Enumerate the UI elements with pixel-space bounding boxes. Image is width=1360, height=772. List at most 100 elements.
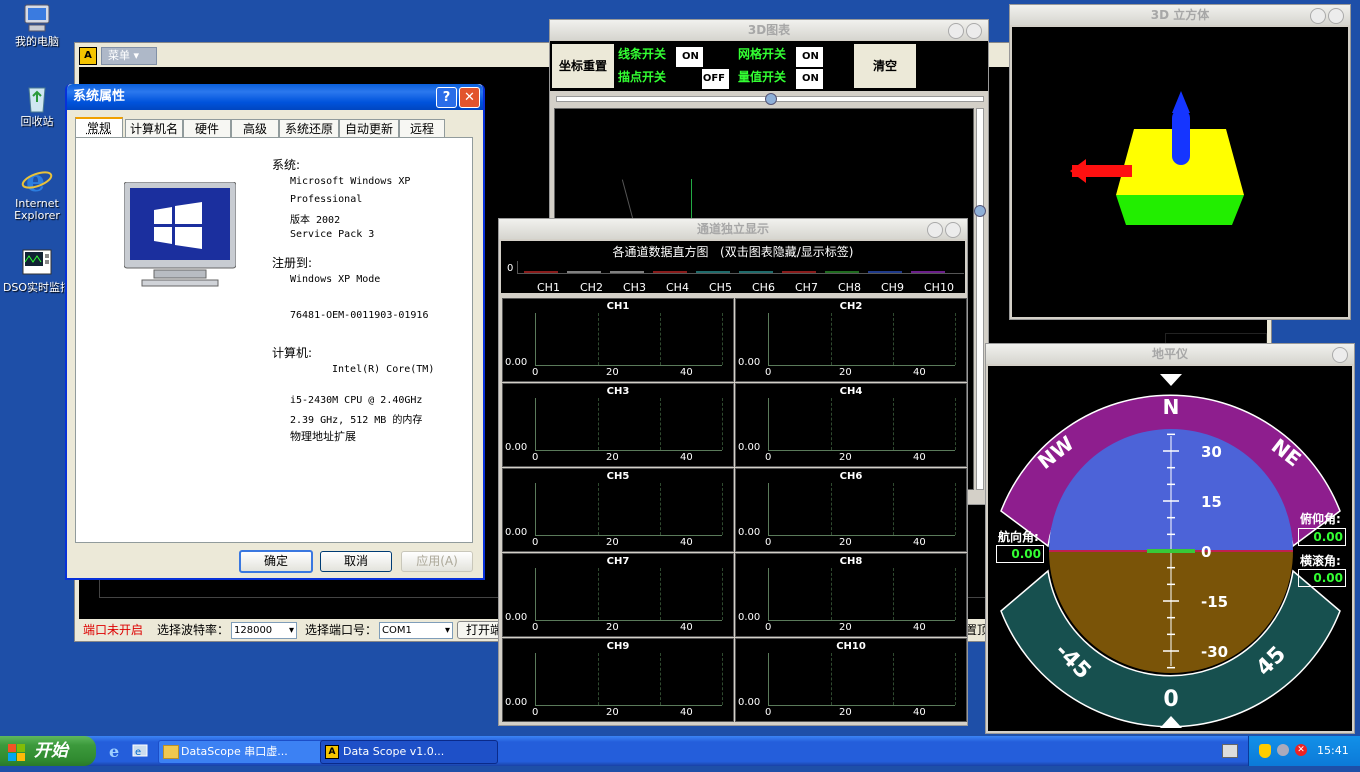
alert-icon[interactable]: ✕	[1295, 744, 1307, 756]
channel-panel[interactable]: CH3 0.00 0 20 40	[502, 383, 734, 467]
tab-hardware[interactable]: 硬件	[183, 119, 231, 138]
dialog-titlebar: 系统属性	[67, 84, 483, 110]
x-tick-label: 0	[765, 707, 772, 718]
histogram-bar[interactable]	[524, 271, 558, 273]
histogram-bar[interactable]	[696, 271, 730, 273]
pitch-label: 30	[1201, 443, 1222, 461]
x-tick-label: 0	[532, 707, 539, 718]
histogram-title: 各通道数据直方图 (双击图表隐藏/显示标签)	[612, 245, 854, 259]
ok-button[interactable]: 确定	[239, 550, 313, 573]
desktop-icon-internet-explorer[interactable]: e Internet Explorer	[2, 164, 72, 222]
desktop-icon-dso[interactable]: DSO实时监拮	[2, 248, 72, 294]
histogram-bar[interactable]	[782, 271, 816, 273]
folder-icon	[163, 745, 179, 759]
baud-select[interactable]: 128000 ▾	[231, 622, 297, 639]
tab-auto-update[interactable]: 自动更新	[339, 119, 399, 138]
pitch-label: 0	[1201, 543, 1211, 561]
desktop-icon-recycle-bin[interactable]: 回收站	[2, 82, 72, 128]
horizontal-slider[interactable]	[556, 93, 984, 105]
chevron-down-icon: ▾	[288, 625, 294, 636]
slider-thumb[interactable]	[974, 205, 986, 217]
desktop-icon-label: 我的电脑	[15, 35, 59, 48]
cpu-line: 物理地址扩展	[290, 430, 356, 443]
cube-title: 3D 立方体	[1010, 5, 1350, 25]
histogram-bar[interactable]	[653, 271, 687, 273]
keyboard-icon[interactable]	[1222, 744, 1238, 758]
windows-logo-icon	[8, 742, 26, 761]
reset-button[interactable]: 坐标重置	[552, 44, 614, 88]
desktop-icon-label: Internet Explorer	[14, 197, 60, 222]
channel-panel[interactable]: CH1 0.00 0 20 40	[502, 298, 734, 382]
port-select[interactable]: COM1 ▾	[379, 622, 453, 639]
line-switch-toggle[interactable]: ON	[676, 47, 729, 67]
channel-plot	[535, 653, 723, 706]
security-shield-icon[interactable]	[1259, 744, 1271, 758]
help-button[interactable]: ?	[436, 87, 457, 108]
channel-panel[interactable]: CH10 0.00 0 20 40	[735, 638, 967, 722]
x-tick-label: 0	[765, 452, 772, 463]
x-tick-label: 20	[606, 622, 619, 633]
channel-panel[interactable]: CH8 0.00 0 20 40	[735, 553, 967, 637]
apply-button[interactable]: 应用(A)	[401, 551, 473, 572]
y-tick-label: 0.00	[505, 697, 528, 708]
channel-panel[interactable]: CH2 0.00 0 20 40	[735, 298, 967, 382]
clock[interactable]: 15:41	[1317, 744, 1349, 757]
cpu-line: 2.39 GHz, 512 MB 的内存	[290, 415, 423, 426]
histogram-bar[interactable]	[567, 271, 601, 273]
dialog-title: 系统属性	[73, 89, 126, 104]
grid-switch-toggle[interactable]: ON	[796, 47, 849, 67]
histogram-bar[interactable]	[739, 271, 773, 273]
channel-plot	[535, 313, 723, 366]
close-button[interactable]: ✕	[459, 87, 480, 108]
slider-thumb[interactable]	[765, 93, 777, 105]
close-button[interactable]	[966, 23, 982, 39]
baud-label: 选择波特率：	[157, 623, 230, 637]
scale-switch-toggle[interactable]: ON	[796, 69, 849, 89]
x-tick-label: 0	[532, 622, 539, 633]
tab-general[interactable]: 常规	[75, 117, 123, 139]
channel-panel[interactable]: CH9 0.00 0 20 40	[502, 638, 734, 722]
tab-remote[interactable]: 远程	[399, 119, 445, 138]
histogram-bar[interactable]	[911, 271, 945, 273]
help-icon: ?	[442, 90, 451, 105]
desktop-quicklaunch-icon[interactable]: e	[132, 743, 148, 759]
tab-computer-name[interactable]: 计算机名	[125, 119, 183, 138]
cancel-button[interactable]: 取消	[320, 551, 392, 572]
taskbar-item-datascope-serial[interactable]: DataScope 串口虚...	[158, 740, 332, 764]
close-button[interactable]	[945, 222, 961, 238]
channel-panel[interactable]: CH4 0.00 0 20 40	[735, 383, 967, 467]
point-switch-toggle[interactable]: OFF	[676, 69, 729, 89]
scale-switch-label: 量值开关	[738, 70, 787, 84]
channel-panel[interactable]: CH5 0.00 0 20 40	[502, 468, 734, 552]
channel-plot	[768, 568, 956, 621]
x-tick-label: 40	[913, 367, 926, 378]
histogram-bar[interactable]	[610, 271, 644, 273]
ie-quicklaunch-icon[interactable]: e	[108, 742, 124, 761]
vertical-slider[interactable]	[974, 108, 986, 490]
tab-system-restore[interactable]: 系统还原	[279, 119, 339, 138]
x-tick-label: 40	[680, 707, 693, 718]
channel-panel[interactable]: CH7 0.00 0 20 40	[502, 553, 734, 637]
channel-panel[interactable]: CH6 0.00 0 20 40	[735, 468, 967, 552]
tab-advanced[interactable]: 高级	[231, 119, 279, 138]
close-button[interactable]	[1328, 8, 1344, 24]
cube-3d-graphic	[1070, 91, 1244, 225]
desktop-icon-my-computer[interactable]: 我的电脑	[2, 2, 72, 48]
taskbar-item-datascope-app[interactable]: A Data Scope v1.0...	[320, 740, 498, 764]
minimize-button[interactable]	[927, 222, 943, 238]
histogram-bars	[517, 261, 964, 274]
x-tick-label: 40	[680, 367, 693, 378]
internet-explorer-icon: e	[21, 164, 53, 199]
close-button[interactable]	[1332, 347, 1348, 363]
network-icon[interactable]	[1277, 744, 1289, 756]
histogram-bar[interactable]	[868, 271, 902, 273]
minimize-button[interactable]	[1310, 8, 1326, 24]
start-button[interactable]: 开始	[0, 736, 96, 766]
histogram-bar[interactable]	[825, 271, 859, 273]
histogram-label: CH8	[838, 281, 861, 294]
x-tick-label: 20	[839, 367, 852, 378]
clear-button[interactable]: 清空	[854, 44, 916, 88]
menu-button[interactable]: 菜单 ▾	[101, 47, 157, 65]
minimize-button[interactable]	[948, 23, 964, 39]
channel-title: CH1	[606, 301, 630, 312]
